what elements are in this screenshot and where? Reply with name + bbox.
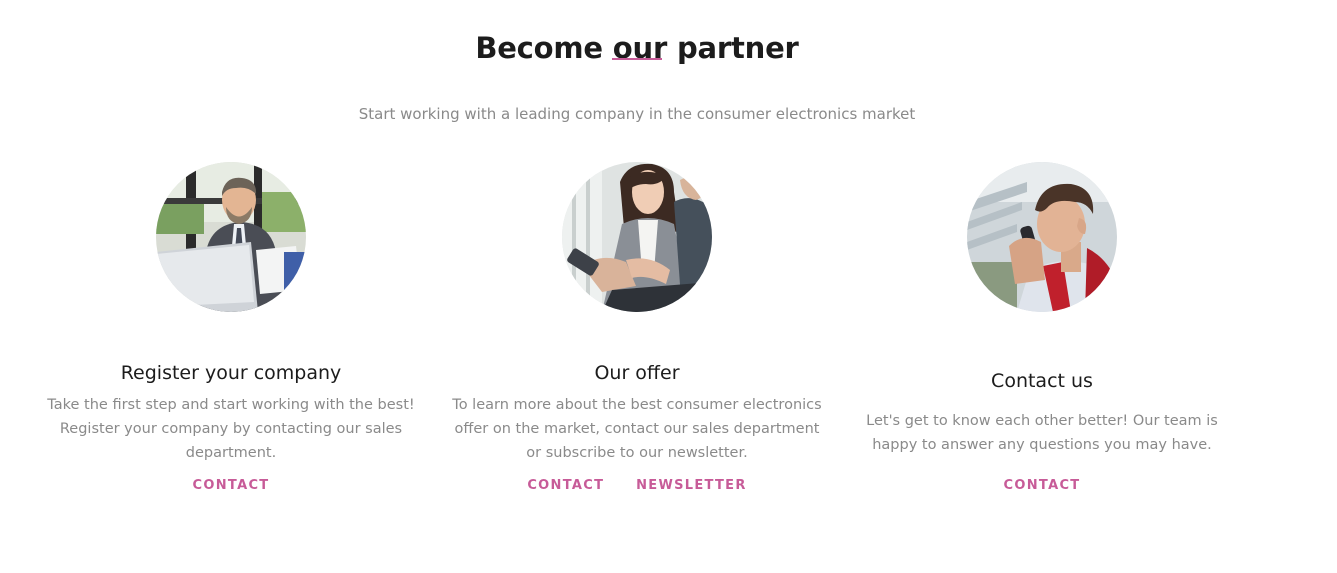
card-description-line: or subscribe to our newsletter. [526,445,748,461]
card-description-line: offer on the market, contact our sales d… [454,421,820,437]
card-description-line: happy to answer any questions you may ha… [872,437,1212,453]
businessman-with-laptop-photo [156,162,306,312]
contact-link[interactable]: CONTACT [527,478,604,493]
card-description: Take the first step and start working wi… [46,393,416,465]
card-description-line: Register your company by contacting our … [59,421,403,437]
card-title: Contact us [991,370,1093,392]
section-subtitle: Start working with a leading company in … [358,105,916,123]
card-description-line: Take the first step and start working wi… [47,397,415,413]
section-title: Become our partner [475,31,799,66]
man-on-phone-photo [967,162,1117,312]
card-title: Register your company [120,362,342,384]
contact-link[interactable]: CONTACT [1004,478,1081,493]
partner-card-register: Register your company Take the first ste… [46,162,416,493]
partner-card-offer: Our offer To learn more about the best c… [452,162,822,493]
card-description-line: department. [185,445,277,461]
card-links: CONTACT [857,478,1227,493]
card-description: Let's get to know each other better! Our… [857,409,1227,457]
card-links: CONTACT NEWSLETTER [452,478,822,493]
newsletter-link[interactable]: NEWSLETTER [636,478,747,493]
contact-link[interactable]: CONTACT [193,478,270,493]
card-title: Our offer [594,362,680,384]
card-description-line: To learn more about the best consumer el… [452,397,822,413]
title-divider [612,58,662,60]
card-description: To learn more about the best consumer el… [452,393,822,465]
businesswoman-with-phone-photo [562,162,712,312]
card-links: CONTACT [46,478,416,493]
card-description-line: Let's get to know each other better! Our… [866,413,1218,429]
partner-card-contact: Contact us Let's get to know each other … [857,162,1227,493]
